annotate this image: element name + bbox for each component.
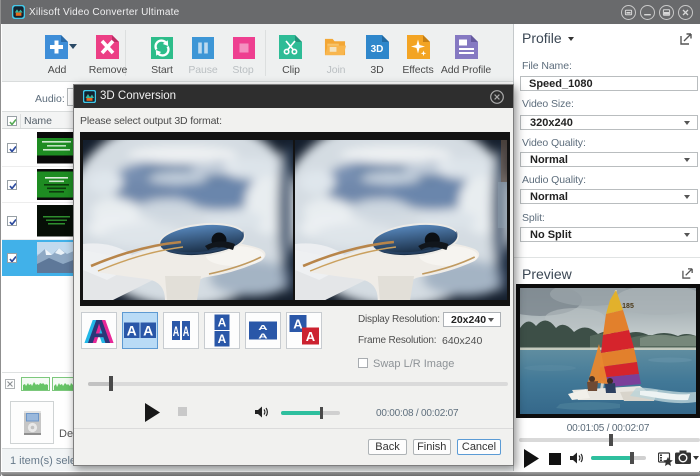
svg-text:A: A (258, 324, 268, 331)
svg-text:A: A (305, 329, 315, 344)
svg-text:A: A (217, 315, 226, 329)
svg-text:A: A (183, 323, 190, 339)
svg-text:A: A (293, 316, 303, 331)
svg-text:A: A (258, 333, 268, 340)
svg-text:3D: 3D (371, 44, 384, 55)
svg-text:A: A (143, 322, 153, 338)
svg-text:A: A (127, 322, 137, 338)
svg-text:185: 185 (622, 303, 634, 310)
svg-text:A: A (87, 313, 111, 348)
svg-text:A: A (217, 332, 226, 346)
svg-text:A: A (173, 323, 180, 339)
